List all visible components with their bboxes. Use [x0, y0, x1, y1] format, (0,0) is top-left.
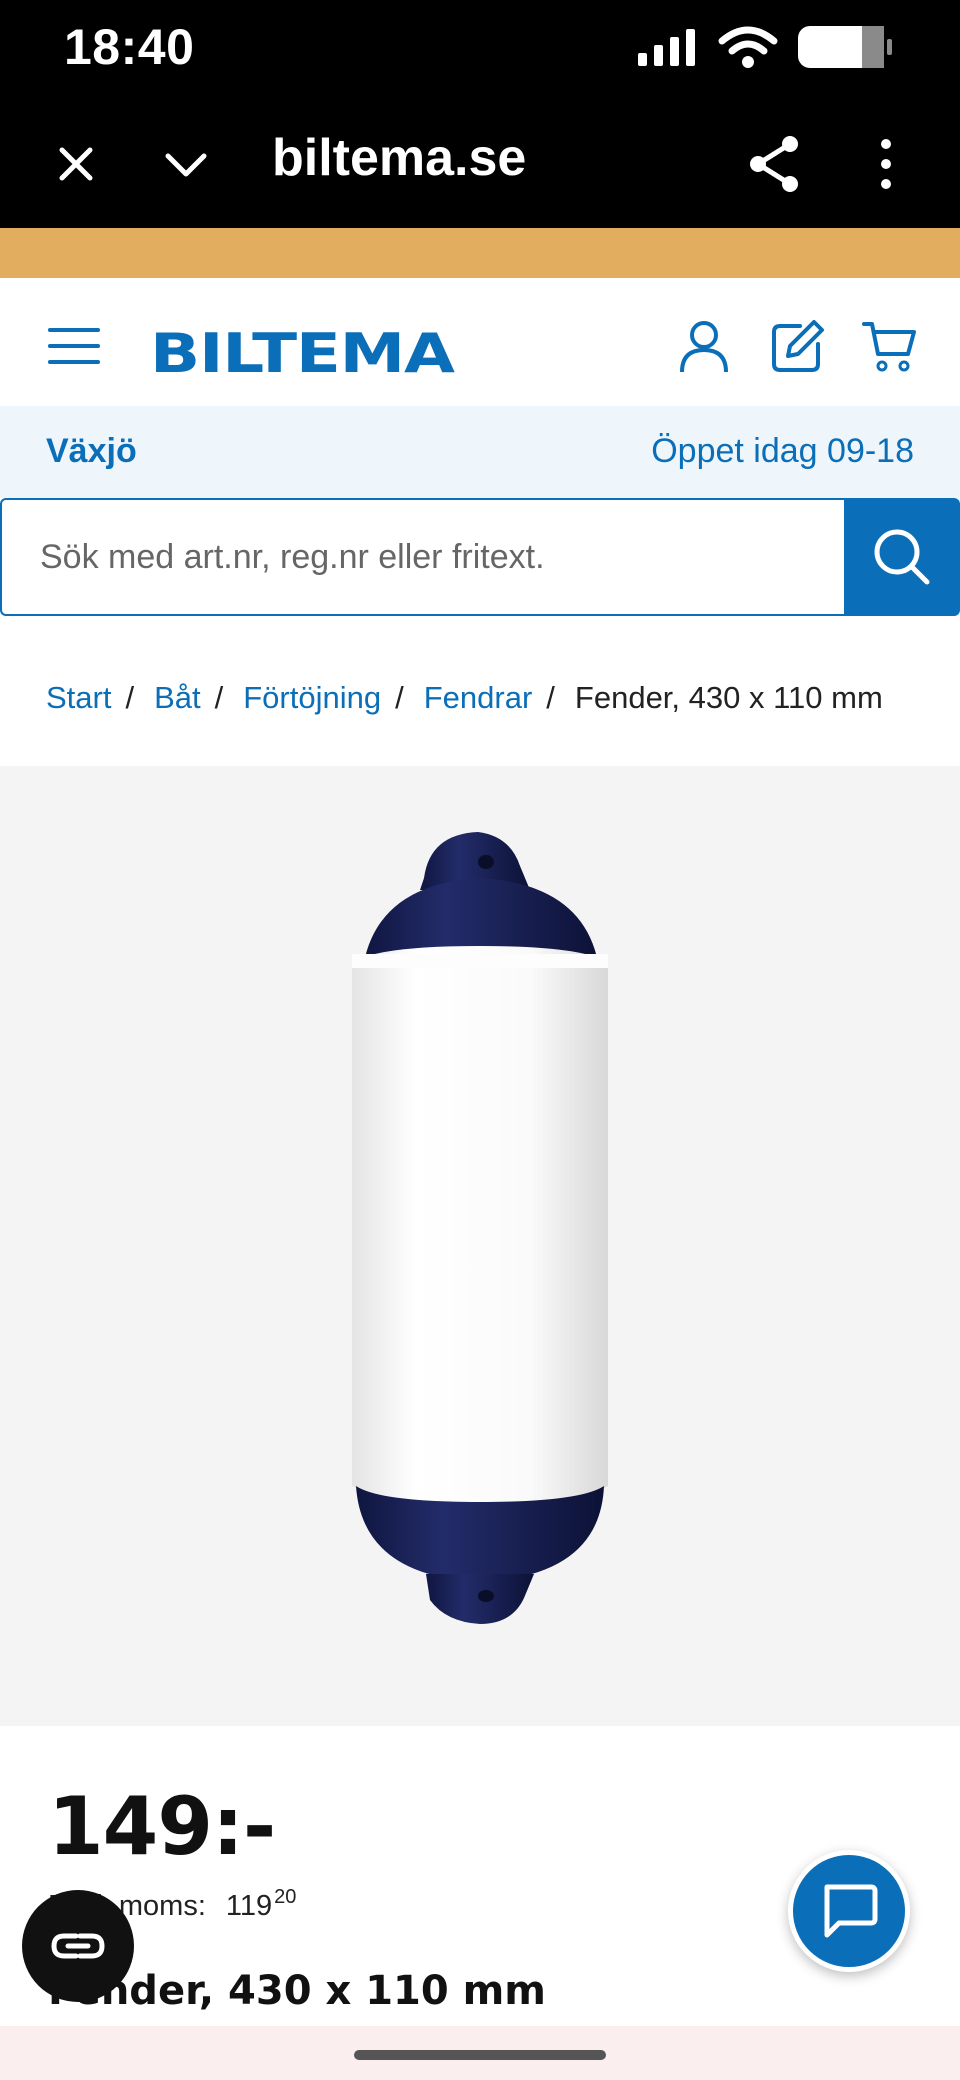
breadcrumb-separator: / — [395, 680, 404, 715]
more-icon[interactable] — [870, 136, 902, 192]
breadcrumb-separator: / — [214, 680, 224, 715]
excl-vat-value: 119 — [225, 1890, 273, 1922]
excl-vat-decimals: 20 — [274, 1886, 297, 1908]
breadcrumb: Start / Båt / Förtöjning / Fendrar / Fen… — [46, 680, 883, 716]
chat-button[interactable] — [788, 1850, 910, 1972]
search-button[interactable] — [844, 498, 960, 616]
breadcrumb-current: Fender, 430 x 110 mm — [574, 680, 883, 715]
reader-button[interactable] — [22, 1890, 134, 2002]
breadcrumb-separator: / — [125, 680, 135, 715]
search-icon — [874, 529, 930, 585]
promo-banner[interactable] — [0, 228, 960, 278]
breadcrumb-separator: / — [546, 680, 555, 715]
home-indicator[interactable] — [354, 2050, 606, 2060]
store-hours[interactable]: Öppet idag 09-18 — [651, 432, 914, 471]
breadcrumb-start[interactable]: Start — [46, 680, 111, 716]
close-icon[interactable] — [52, 140, 100, 188]
browser-domain[interactable]: biltema.se — [272, 128, 526, 188]
product-price: 149:- — [48, 1780, 276, 1873]
share-icon[interactable] — [746, 132, 802, 196]
menu-icon[interactable] — [46, 326, 102, 366]
chevron-down-icon[interactable] — [162, 140, 210, 188]
status-time: 18:40 — [64, 19, 195, 75]
cart-icon[interactable] — [862, 318, 918, 374]
chat-icon — [824, 1884, 878, 1938]
store-bar: Växjö Öppet idag 09-18 — [0, 406, 960, 498]
signal-icon — [638, 29, 695, 66]
browser-bar: biltema.se — [0, 100, 960, 228]
search-input[interactable] — [0, 498, 846, 616]
status-bar: 18:40 — [0, 0, 960, 100]
store-name[interactable]: Växjö — [46, 432, 137, 471]
product-image[interactable] — [0, 766, 960, 1726]
battery-icon — [798, 26, 892, 68]
search-bar — [0, 498, 960, 616]
status-icons — [636, 24, 894, 70]
breadcrumb-bat[interactable]: Båt — [154, 680, 201, 716]
breadcrumb-fendrar[interactable]: Fendrar — [424, 680, 533, 716]
biltema-logo[interactable]: BILTEMA — [150, 322, 455, 385]
site-header: BILTEMA — [0, 278, 960, 406]
edit-icon[interactable] — [770, 318, 826, 374]
wifi-icon — [718, 26, 778, 68]
user-icon[interactable] — [676, 318, 732, 374]
fender-image — [352, 832, 608, 1624]
reader-icon — [51, 1933, 105, 1959]
breadcrumb-fortojning[interactable]: Förtöjning — [243, 680, 381, 716]
